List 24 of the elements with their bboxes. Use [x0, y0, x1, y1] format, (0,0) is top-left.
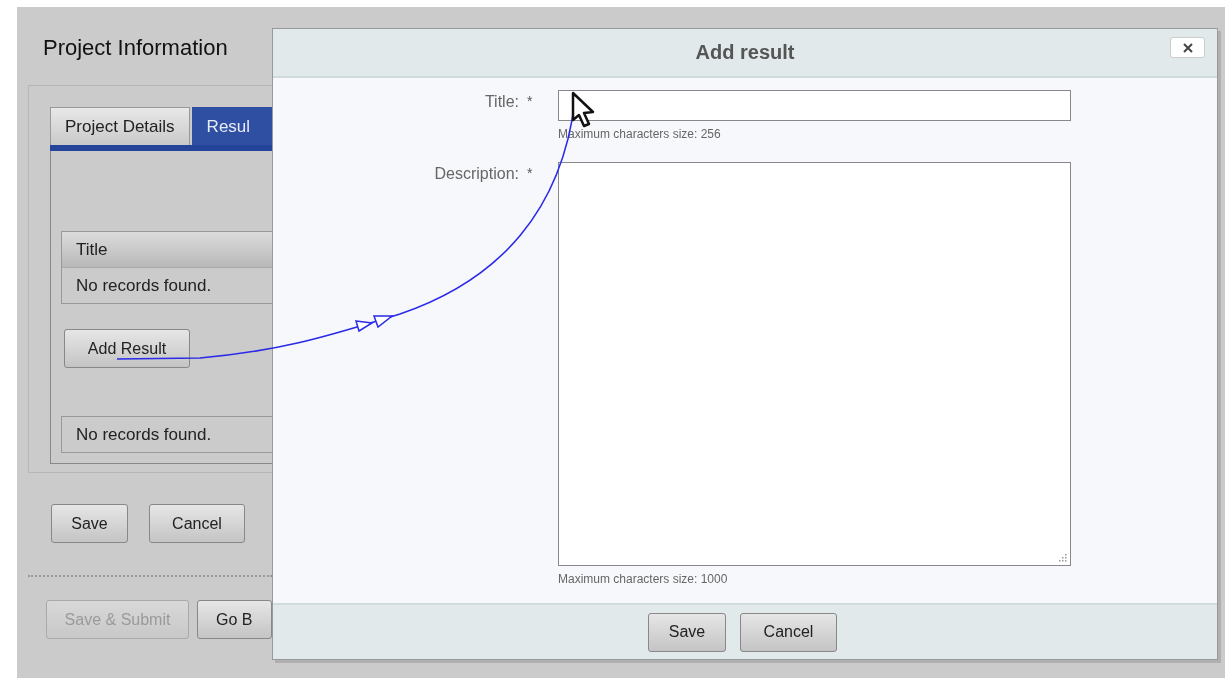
field-label: Title: — [483, 92, 519, 112]
close-icon — [1182, 42, 1193, 53]
footer-button[interactable]: Go B — [197, 600, 272, 639]
field-hint: Maximum characters size: 1000 — [558, 572, 729, 586]
add-result-button[interactable]: Add Result — [64, 329, 190, 368]
form-button[interactable]: Cancel — [149, 504, 245, 543]
empty-message: No records found. — [61, 416, 272, 453]
title-field[interactable] — [558, 90, 1071, 121]
required-mark: * — [527, 164, 534, 183]
required-mark: * — [527, 92, 534, 111]
close-button[interactable] — [1170, 37, 1205, 58]
dialog-button[interactable]: Cancel — [740, 612, 837, 652]
dialog-button[interactable]: Save — [648, 612, 726, 652]
dialog-title: Add result — [695, 41, 795, 64]
column-header: Title — [62, 232, 272, 268]
cursor-icon — [571, 91, 595, 128]
description-field[interactable] — [558, 162, 1071, 566]
tab[interactable]: Resul — [191, 107, 272, 145]
resize-grip-icon — [1058, 553, 1067, 562]
page-title: Project Information — [42, 34, 229, 62]
form-button[interactable]: Save — [51, 504, 128, 543]
empty-message: No records found. — [75, 275, 213, 297]
field-label: Description: — [433, 164, 519, 184]
tab[interactable]: Project Details — [50, 107, 190, 145]
